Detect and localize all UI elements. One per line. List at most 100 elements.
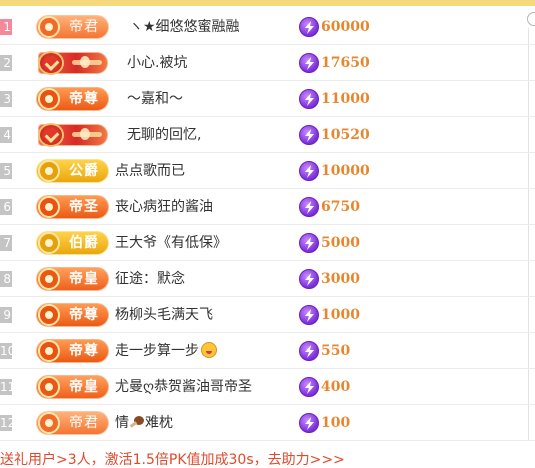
medal-icon — [38, 88, 60, 110]
gift-amount: 550 — [321, 343, 351, 359]
medal-icon — [38, 51, 64, 75]
gift-amount: 17650 — [321, 55, 370, 71]
username[interactable]: 点点歌而已 — [115, 153, 185, 189]
purple-lightning-coin-icon — [299, 53, 319, 73]
boost-promo-text[interactable]: 送礼用户>3人，激活1.5倍PK值加成30s，去助力>>> — [0, 452, 345, 468]
leaderboard-row[interactable]: 2 小心.被坑 17650 — [0, 45, 535, 81]
badge-title: 公爵 — [69, 163, 99, 179]
noble-badge: 帝尊 — [36, 303, 109, 327]
username-text: ～嘉和～ — [127, 91, 183, 107]
username-text: 小心.被坑 — [127, 55, 188, 71]
purple-lightning-coin-icon — [299, 341, 319, 361]
badge-title: 帝君 — [69, 19, 99, 35]
noble-badge: 公爵 — [36, 159, 109, 183]
username-text-part: 难枕 — [145, 415, 173, 431]
username-text: 王大爷《有低保》 — [115, 235, 227, 251]
purple-lightning-coin-icon — [299, 377, 319, 397]
noble-badge: 帝圣 — [36, 195, 109, 219]
top-accent-bar — [0, 0, 535, 6]
username[interactable]: 丧心病狂的酱油 — [115, 189, 213, 225]
leaderboard-row[interactable]: 5 公爵 点点歌而已 10000 — [0, 153, 535, 189]
rank-number: 6 — [0, 199, 12, 215]
gift-amount: 5000 — [321, 235, 360, 251]
noble-badge — [36, 123, 109, 147]
username-text: 杨柳头毛满天飞 — [115, 307, 213, 323]
purple-lightning-coin-icon — [299, 233, 319, 253]
noble-badge — [36, 51, 109, 75]
username-text: 丧心病狂的酱油 — [115, 199, 213, 215]
leaderboard-row[interactable]: 12 帝君情难枕 100 — [0, 405, 535, 441]
purple-lightning-coin-icon — [299, 161, 319, 181]
badge-title: 帝圣 — [69, 199, 99, 215]
leaderboard-row[interactable]: 9 帝尊 杨柳头毛满天飞 1000 — [0, 297, 535, 333]
rank-number: 5 — [0, 163, 12, 179]
username[interactable]: ～嘉和～ — [127, 81, 183, 117]
username[interactable]: 王大爷《有低保》 — [115, 225, 227, 261]
medal-icon — [38, 304, 60, 326]
username[interactable]: 杨柳头毛满天飞 — [115, 297, 213, 333]
purple-lightning-coin-icon — [299, 413, 319, 433]
leaderboard-row[interactable]: 7 伯爵 王大爷《有低保》 5000 — [0, 225, 535, 261]
medal-icon — [38, 123, 64, 147]
badge-title: 帝尊 — [69, 91, 99, 107]
noble-badge: 帝皇 — [36, 267, 109, 291]
purple-lightning-coin-icon — [299, 269, 319, 289]
badge-title: 帝尊 — [69, 307, 99, 323]
badge-title: 帝君 — [69, 415, 99, 431]
grinning-face-icon — [201, 342, 217, 358]
username[interactable]: 小心.被坑 — [127, 45, 187, 81]
gift-amount: 400 — [321, 379, 351, 395]
username-text: 走一步算一步 — [115, 343, 199, 359]
gift-amount: 10000 — [321, 163, 370, 179]
rank-number: 9 — [0, 307, 12, 323]
leaderboard-row[interactable]: 11 帝皇 尤曼ღ恭贺酱油哥帝圣 400 — [0, 369, 535, 405]
username[interactable]: 尤曼ღ恭贺酱油哥帝圣 — [115, 369, 252, 405]
leaderboard-row[interactable]: 1 帝君 ヽ★细悠悠蜜融融 60000 — [0, 9, 535, 45]
leaderboard-row[interactable]: 10 帝尊 走一步算一步 550 — [0, 333, 535, 369]
username[interactable]: 无聊的回忆, — [127, 117, 201, 153]
purple-lightning-coin-icon — [299, 125, 319, 145]
gift-amount: 1000 — [321, 307, 360, 323]
leaderboard-row[interactable]: 4 无聊的回忆, 10520 — [0, 117, 535, 153]
gift-amount: 3000 — [321, 271, 360, 287]
leaderboard-row[interactable]: 6 帝圣 丧心病狂的酱油 6750 — [0, 189, 535, 225]
rank-number: 8 — [0, 271, 12, 287]
noble-badge: 伯爵 — [36, 231, 109, 255]
noble-badge: 帝尊 — [36, 87, 109, 111]
medal-icon — [38, 160, 60, 182]
purple-lightning-coin-icon — [299, 89, 319, 109]
noble-badge: 帝君 — [36, 15, 109, 39]
username-text: 无聊的回忆, — [127, 127, 202, 143]
username[interactable]: ヽ★细悠悠蜜融融 — [129, 9, 240, 45]
gift-amount: 60000 — [321, 19, 370, 35]
rank-number: 3 — [0, 91, 12, 107]
username-text: ヽ★细悠悠蜜融融 — [129, 19, 240, 35]
noble-badge: 帝皇 — [36, 375, 109, 399]
gift-amount: 100 — [321, 415, 351, 431]
noble-badge: 帝尊 — [36, 339, 109, 363]
medal-icon — [38, 268, 60, 290]
medal-icon — [38, 412, 60, 434]
badge-title: 帝皇 — [69, 271, 99, 287]
username[interactable]: 征途：默念 — [115, 261, 185, 297]
username-text: 征途：默念 — [115, 271, 185, 287]
gift-amount: 6750 — [321, 199, 360, 215]
rank-number: 11 — [0, 379, 12, 395]
username-text: 尤曼ღ恭贺酱油哥帝圣 — [115, 379, 253, 395]
badge-title: 帝皇 — [69, 379, 99, 395]
leaderboard-row[interactable]: 3 帝尊 ～嘉和～ 11000 — [0, 81, 535, 117]
gift-amount: 10520 — [321, 127, 370, 143]
rank-number: 1 — [0, 19, 12, 35]
rank-number: 4 — [0, 127, 12, 143]
purple-lightning-coin-icon — [299, 17, 319, 37]
username[interactable]: 情难枕 — [115, 405, 173, 441]
crest-ornament-icon — [80, 56, 90, 68]
crest-ornament-icon — [80, 128, 90, 140]
username-text: 点点歌而已 — [115, 163, 185, 179]
leaderboard-row[interactable]: 8 帝皇 征途：默念 3000 — [0, 261, 535, 297]
medal-icon — [38, 232, 60, 254]
rank-number: 7 — [0, 235, 12, 251]
medal-icon — [38, 196, 60, 218]
username[interactable]: 走一步算一步 — [115, 333, 217, 369]
boost-promo-link[interactable]: 送礼用户>3人，激活1.5倍PK值加成30s，去助力>>> — [0, 452, 535, 468]
